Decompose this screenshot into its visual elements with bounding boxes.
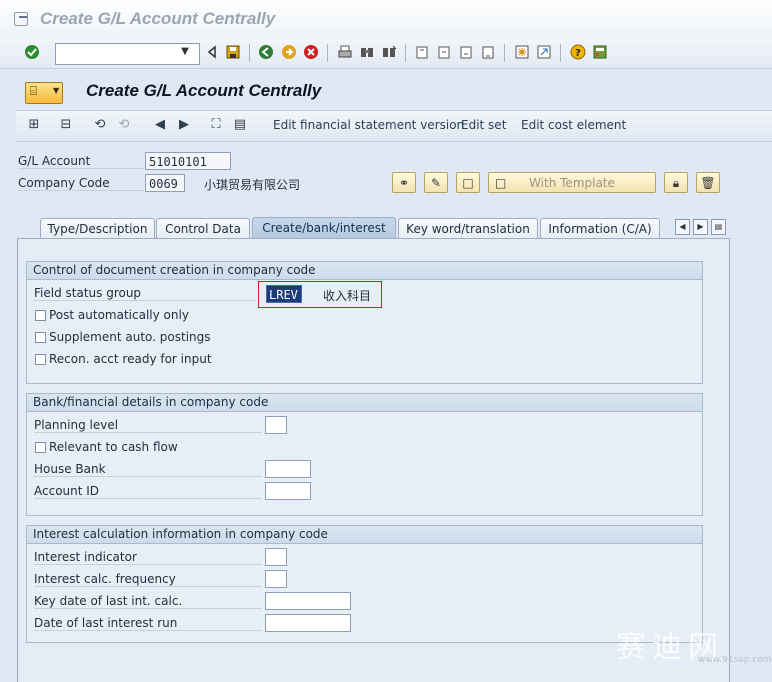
fs-version-icon[interactable]: ⛶ (208, 117, 224, 133)
find-next-icon[interactable] (381, 44, 397, 60)
screen-title: Create G/L Account Centrally (86, 81, 322, 100)
planning-level-label: Planning level (34, 418, 262, 433)
enter-icon[interactable] (24, 44, 40, 60)
interest-indicator-label: Interest indicator (34, 550, 262, 565)
company-name: 小琪贸易有限公司 (204, 178, 301, 192)
with-template-label: With Template (529, 176, 615, 190)
delete-button[interactable]: 🗑︎ (696, 172, 720, 193)
field-status-group-label: Field status group (34, 286, 256, 301)
group-title: Interest calculation information in comp… (27, 526, 702, 544)
create-button[interactable]: □ (456, 172, 480, 193)
layout-icon[interactable] (592, 44, 608, 60)
menu-arrow-icon: ▼ (53, 86, 60, 95)
last-run-input[interactable] (265, 614, 351, 632)
last-run-label: Date of last interest run (34, 616, 262, 631)
pencil-icon: ✎ (430, 176, 442, 190)
document-icon[interactable]: ▤ (232, 117, 248, 133)
tab-information-ca[interactable]: Information (C/A) (540, 218, 660, 239)
template-page-icon: □ (495, 176, 507, 190)
back-icon[interactable] (258, 44, 274, 60)
post-auto-label: Post automatically only (49, 308, 189, 322)
menu-icon: ⌸ (30, 84, 38, 98)
field-status-group-text: 收入科目 (323, 289, 372, 303)
exit-icon[interactable] (281, 44, 297, 60)
edit-cost-element-button[interactable]: Edit cost element (521, 118, 626, 132)
next-page-icon[interactable] (458, 44, 474, 60)
change-icon[interactable]: ⟲ (92, 117, 108, 133)
tab-type-description[interactable]: Type/Description (40, 218, 155, 239)
edit-button[interactable]: ✎ (424, 172, 448, 193)
field-status-group-input[interactable]: LREV (266, 285, 302, 303)
next-record-icon[interactable]: ▶ (176, 117, 192, 133)
watermark-url: www.91sap.com (698, 655, 772, 665)
key-date-input[interactable] (265, 592, 351, 610)
window-menu-icon[interactable] (14, 12, 28, 26)
gl-account-field[interactable]: 51010101 (145, 152, 231, 170)
interest-frequency-label: Interest calc. frequency (34, 572, 262, 587)
group-title: Bank/financial details in company code (27, 394, 702, 412)
save-icon[interactable] (225, 44, 241, 60)
house-bank-input[interactable] (265, 460, 311, 478)
blank-page-icon: □ (462, 176, 474, 190)
reset-icon[interactable]: ⟲ (116, 117, 132, 133)
new-session-icon[interactable] (514, 44, 530, 60)
supplement-checkbox[interactable] (35, 332, 46, 343)
tab-scroll-left-icon[interactable]: ◀ (675, 219, 690, 235)
edit-fs-version-button[interactable]: Edit financial statement version (273, 118, 464, 132)
hierarchy-icon[interactable]: ⊟ (58, 117, 74, 133)
account-id-label: Account ID (34, 484, 262, 499)
group-title: Control of document creation in company … (27, 262, 702, 280)
command-dropdown-icon[interactable]: ▼ (178, 44, 192, 60)
find-icon[interactable] (359, 44, 375, 60)
glasses-icon: ⚭ (398, 176, 410, 190)
tab-control-data[interactable]: Control Data (156, 218, 250, 239)
company-code-label: Company Code (18, 176, 144, 191)
account-id-input[interactable] (265, 482, 311, 500)
edit-set-button[interactable]: Edit set (461, 118, 506, 132)
post-auto-checkbox[interactable] (35, 310, 46, 321)
company-code-field[interactable]: 0069 (145, 174, 185, 192)
cancel-icon[interactable] (303, 44, 319, 60)
supplement-label: Supplement auto. postings (49, 330, 211, 344)
house-bank-label: House Bank (34, 462, 262, 477)
display-glasses-button[interactable]: ⚭ (392, 172, 416, 193)
previous-record-icon[interactable]: ◀ (152, 117, 168, 133)
lock-icon: 🔒︎ (672, 176, 680, 190)
shortcut-icon[interactable] (536, 44, 552, 60)
first-page-icon[interactable] (414, 44, 430, 60)
interest-indicator-input[interactable] (265, 548, 287, 566)
trash-icon: 🗑︎ (700, 176, 716, 190)
recon-label: Recon. acct ready for input (49, 352, 212, 366)
with-template-button[interactable]: □ With Template (488, 172, 656, 193)
create-icon[interactable]: ⊞ (26, 117, 42, 133)
tab-scroll-right-icon[interactable]: ▶ (693, 219, 708, 235)
cash-flow-label: Relevant to cash flow (49, 440, 178, 454)
back-arrow-icon[interactable] (204, 44, 220, 60)
help-icon[interactable]: ? (570, 44, 586, 60)
cash-flow-checkbox[interactable] (35, 442, 46, 453)
interest-frequency-input[interactable] (265, 570, 287, 588)
last-page-icon[interactable] (480, 44, 496, 60)
svg-text:?: ? (575, 48, 581, 59)
gl-account-label: G/L Account (18, 154, 144, 169)
tab-create-bank-interest[interactable]: Create/bank/interest (252, 217, 396, 240)
key-date-label: Key date of last int. calc. (34, 594, 262, 609)
recon-checkbox[interactable] (35, 354, 46, 365)
previous-page-icon[interactable] (436, 44, 452, 60)
tab-key-word-translation[interactable]: Key word/translation (398, 218, 538, 239)
planning-level-input[interactable] (265, 416, 287, 434)
tab-list-icon[interactable]: ▤ (711, 219, 726, 235)
print-icon[interactable] (337, 44, 353, 60)
window-title: Create G/L Account Centrally (40, 9, 276, 28)
lock-button[interactable]: 🔒︎ (664, 172, 688, 193)
